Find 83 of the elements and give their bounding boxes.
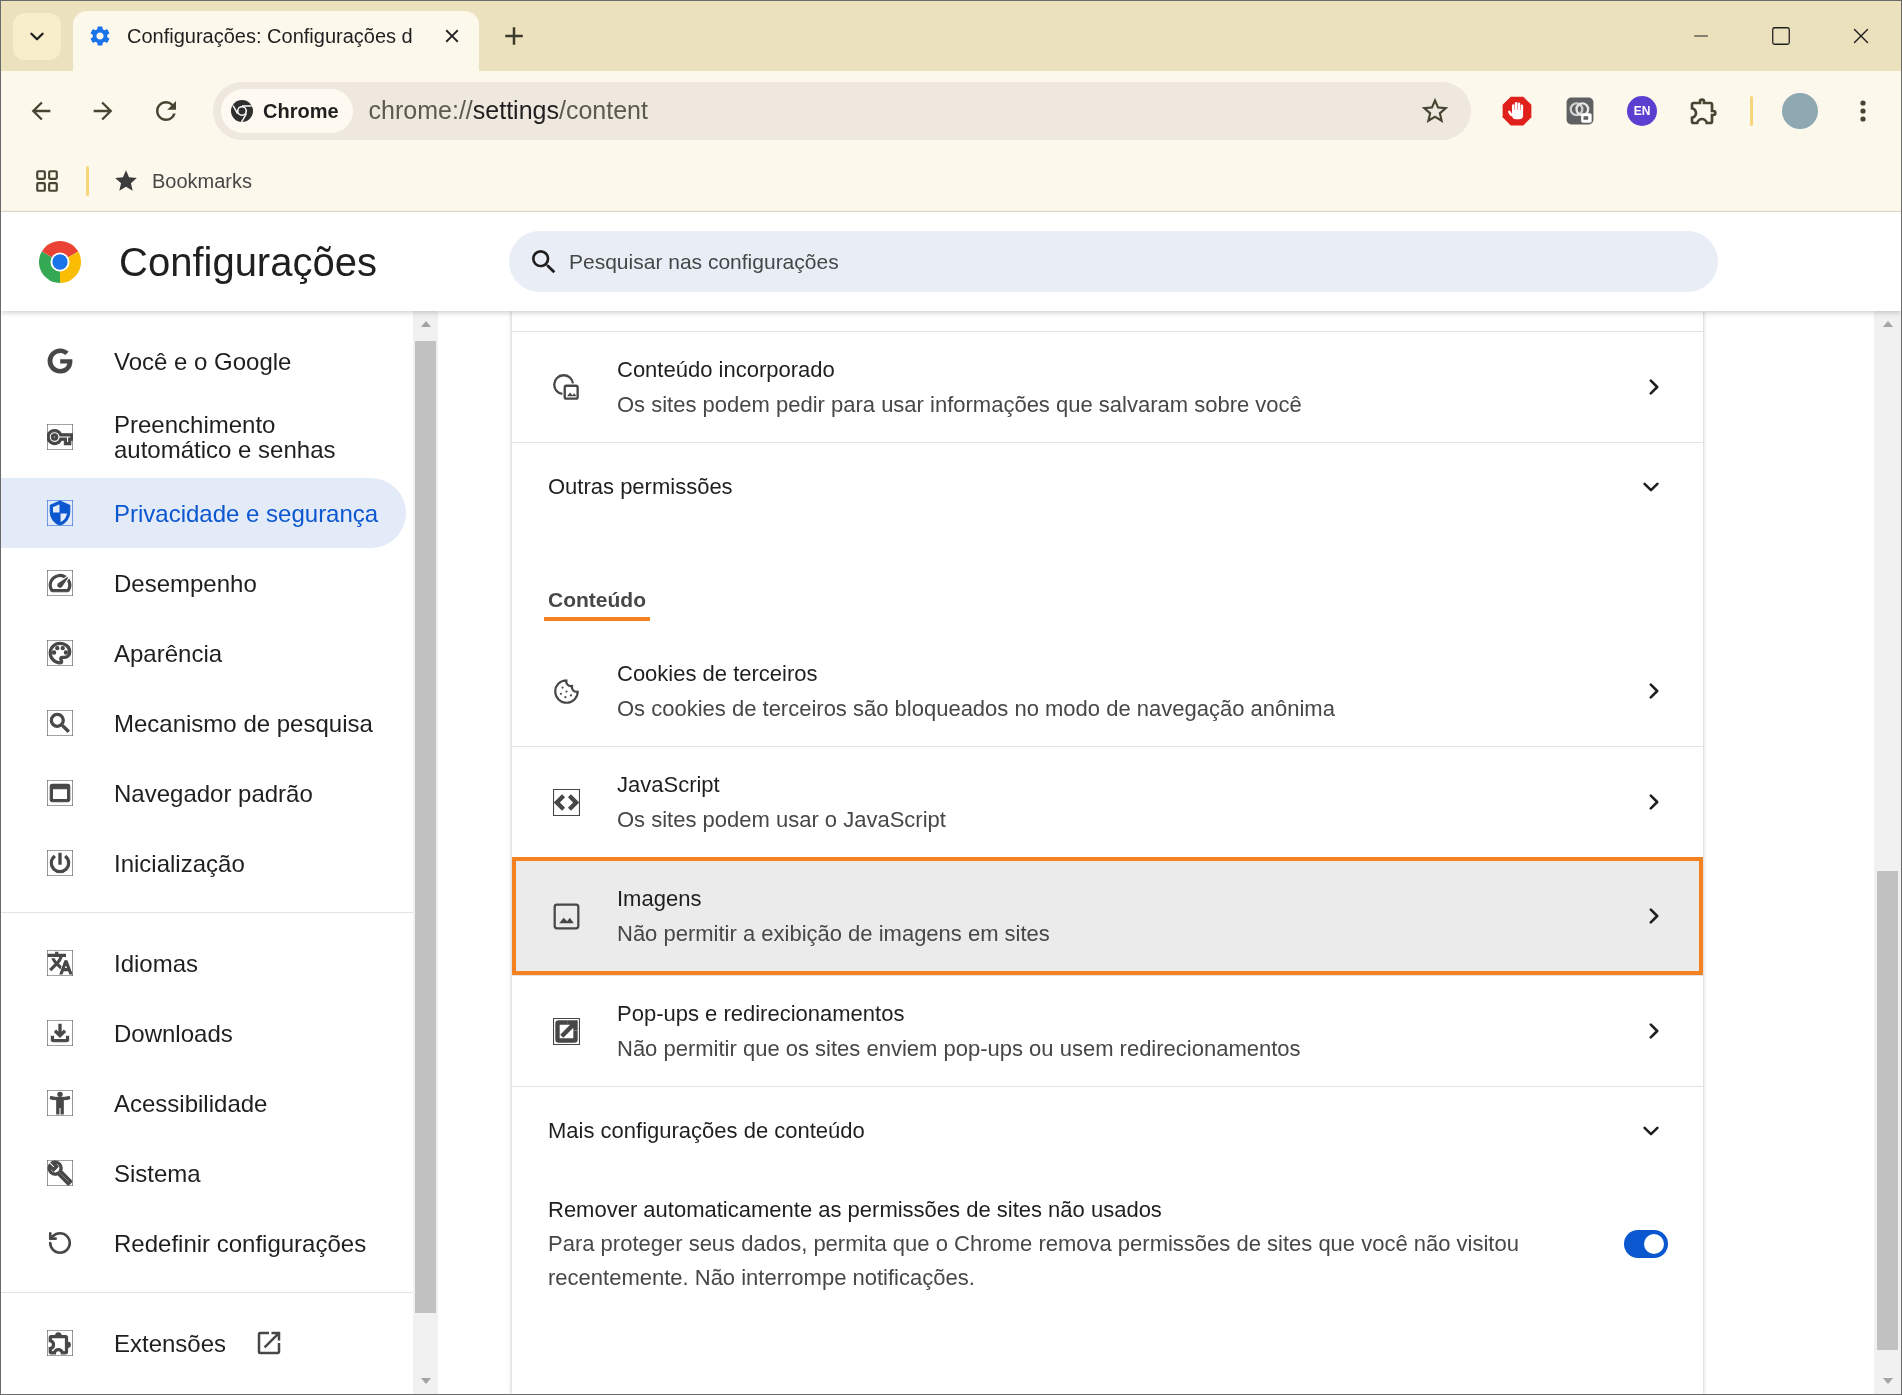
section-heading: Conteúdo xyxy=(544,585,650,621)
maximize-icon[interactable] xyxy=(1770,25,1792,47)
sidebar-item[interactable]: Downloads xyxy=(1,998,406,1068)
scrollbar-thumb[interactable] xyxy=(415,341,436,1313)
setting-description: Não permitir a exibição de imagens em sites xyxy=(617,920,1050,948)
key-icon xyxy=(47,424,73,450)
setting-title: JavaScript xyxy=(617,771,720,799)
chevron-right-icon xyxy=(1649,379,1659,395)
bookmarks-folder-button[interactable]: Bookmarks xyxy=(113,166,253,196)
page-title: Configurações xyxy=(119,238,377,286)
embedded-content-icon xyxy=(553,373,580,401)
chevron-down-icon xyxy=(1643,1125,1659,1136)
chevron-down-icon xyxy=(30,32,44,41)
setting-title: Cookies de terceiros xyxy=(617,660,818,688)
translate-icon xyxy=(47,950,73,976)
logo-icon xyxy=(39,240,81,283)
site-info-chip[interactable]: Chrome xyxy=(221,89,353,133)
browser-logo-icon xyxy=(231,100,253,122)
circles-tile-icon[interactable] xyxy=(1566,97,1594,125)
gear-icon xyxy=(88,24,112,48)
toggle-switch[interactable] xyxy=(1624,1229,1668,1258)
menu-icon[interactable] xyxy=(1860,100,1866,122)
extension-badge-button[interactable]: EN xyxy=(1627,96,1657,126)
setting-description: Não permitir que os sites enviem pop-ups ou usem redirecionamentos xyxy=(617,1035,1301,1063)
download-icon xyxy=(47,1020,73,1046)
chevron-right-icon xyxy=(1649,794,1659,810)
speedometer-icon xyxy=(47,570,73,596)
popup-arrow-icon xyxy=(553,1017,580,1045)
setting-row[interactable]: Conteúdo incorporado Os sites podem pedir para usar informações que salvaram sobre você xyxy=(512,331,1703,442)
sidebar-item[interactable]: Mecanismo de pesquisa xyxy=(1,688,406,758)
setting-row[interactable]: Pop-ups e redirecionamentos Não permitir que os sites enviem pop-ups ou usem redirecionamentos xyxy=(512,975,1703,1086)
sidebar-item[interactable]: Você e o Google xyxy=(1,326,406,396)
search-field[interactable]: Pesquisar nas configurações xyxy=(509,231,1718,292)
setting-title: Imagens xyxy=(617,885,702,913)
code-brackets-icon xyxy=(553,788,580,816)
puzzle-icon[interactable] xyxy=(1688,95,1720,127)
star-icon xyxy=(113,168,139,194)
wrench-icon xyxy=(47,1160,73,1186)
sidebar-item[interactable]: Redefinir configurações xyxy=(1,1208,406,1278)
setting-description: Os cookies de terceiros são bloqueados no modo de navegação anônima xyxy=(617,695,1335,723)
setting-title: Conteúdo incorporado xyxy=(617,356,835,384)
reset-icon xyxy=(47,1230,73,1256)
setting-description: Para proteger seus dados, permita que o Chrome remova permissões de sites que você não visitou recentemente. Não interrompe notificações. xyxy=(548,1230,1520,1292)
setting-title: Pop-ups e redirecionamentos xyxy=(617,1000,905,1028)
image-icon xyxy=(553,902,580,930)
setting-row[interactable]: Cookies de terceiros Os cookies de terceiros são bloqueados no modo de navegação anônima xyxy=(512,636,1703,746)
chevron-right-icon xyxy=(1649,908,1659,924)
section-label: Mais configurações de conteúdo xyxy=(548,1117,865,1145)
g-letter-icon xyxy=(47,348,73,374)
address-bar[interactable]: Chrome chrome://settings/content xyxy=(213,82,1471,140)
setting-row[interactable]: Imagens Não permitir a exibição de imagens em sites xyxy=(512,857,1703,975)
browser-tab[interactable]: Configurações: Configurações d xyxy=(73,11,479,71)
cookie-icon xyxy=(553,677,580,705)
puzzle-icon xyxy=(47,1330,73,1356)
sidebar-item[interactable]: Extensões xyxy=(1,1308,406,1378)
apps-grid-icon[interactable] xyxy=(34,168,60,194)
expander-row[interactable]: Mais configurações de conteúdo xyxy=(512,1086,1703,1174)
search-icon xyxy=(47,710,73,736)
sidebar-item[interactable]: Idiomas xyxy=(1,928,406,998)
sidebar-item[interactable]: Privacidade e segurança xyxy=(1,478,406,548)
sidebar-item[interactable]: Aparência xyxy=(1,618,406,688)
sidebar-item[interactable]: Desempenho xyxy=(1,548,406,618)
section-label: Outras permissões xyxy=(548,473,733,501)
browser-window-icon xyxy=(47,780,73,806)
power-icon xyxy=(47,850,73,876)
setting-description: Os sites podem pedir para usar informações que salvaram sobre você xyxy=(617,391,1302,419)
setting-title: Remover automaticamente as permissões de sites não usados xyxy=(548,1196,1162,1224)
sidebar-item[interactable]: Navegador padrão xyxy=(1,758,406,828)
palette-icon xyxy=(47,640,73,666)
chevron-down-icon xyxy=(1643,481,1659,492)
setting-description: Os sites podem usar o JavaScript xyxy=(617,806,946,834)
chevron-right-icon xyxy=(1649,1023,1659,1039)
shield-icon xyxy=(47,500,73,526)
sidebar-item[interactable]: Acessibilidade xyxy=(1,1068,406,1138)
accessibility-icon xyxy=(47,1090,73,1116)
sidebar-item[interactable]: Inicialização xyxy=(1,828,406,898)
sidebar-item[interactable]: Sistema xyxy=(1,1138,406,1208)
url-text: chrome://settings/content xyxy=(368,95,648,127)
sidebar-item[interactable]: Preenchimento automático e senhas xyxy=(1,396,406,478)
stop-hand-icon[interactable] xyxy=(1502,96,1532,126)
chevron-right-icon xyxy=(1649,683,1659,699)
expander-row[interactable]: Outras permissões xyxy=(512,442,1703,530)
scrollbar-thumb[interactable] xyxy=(1877,871,1898,1350)
